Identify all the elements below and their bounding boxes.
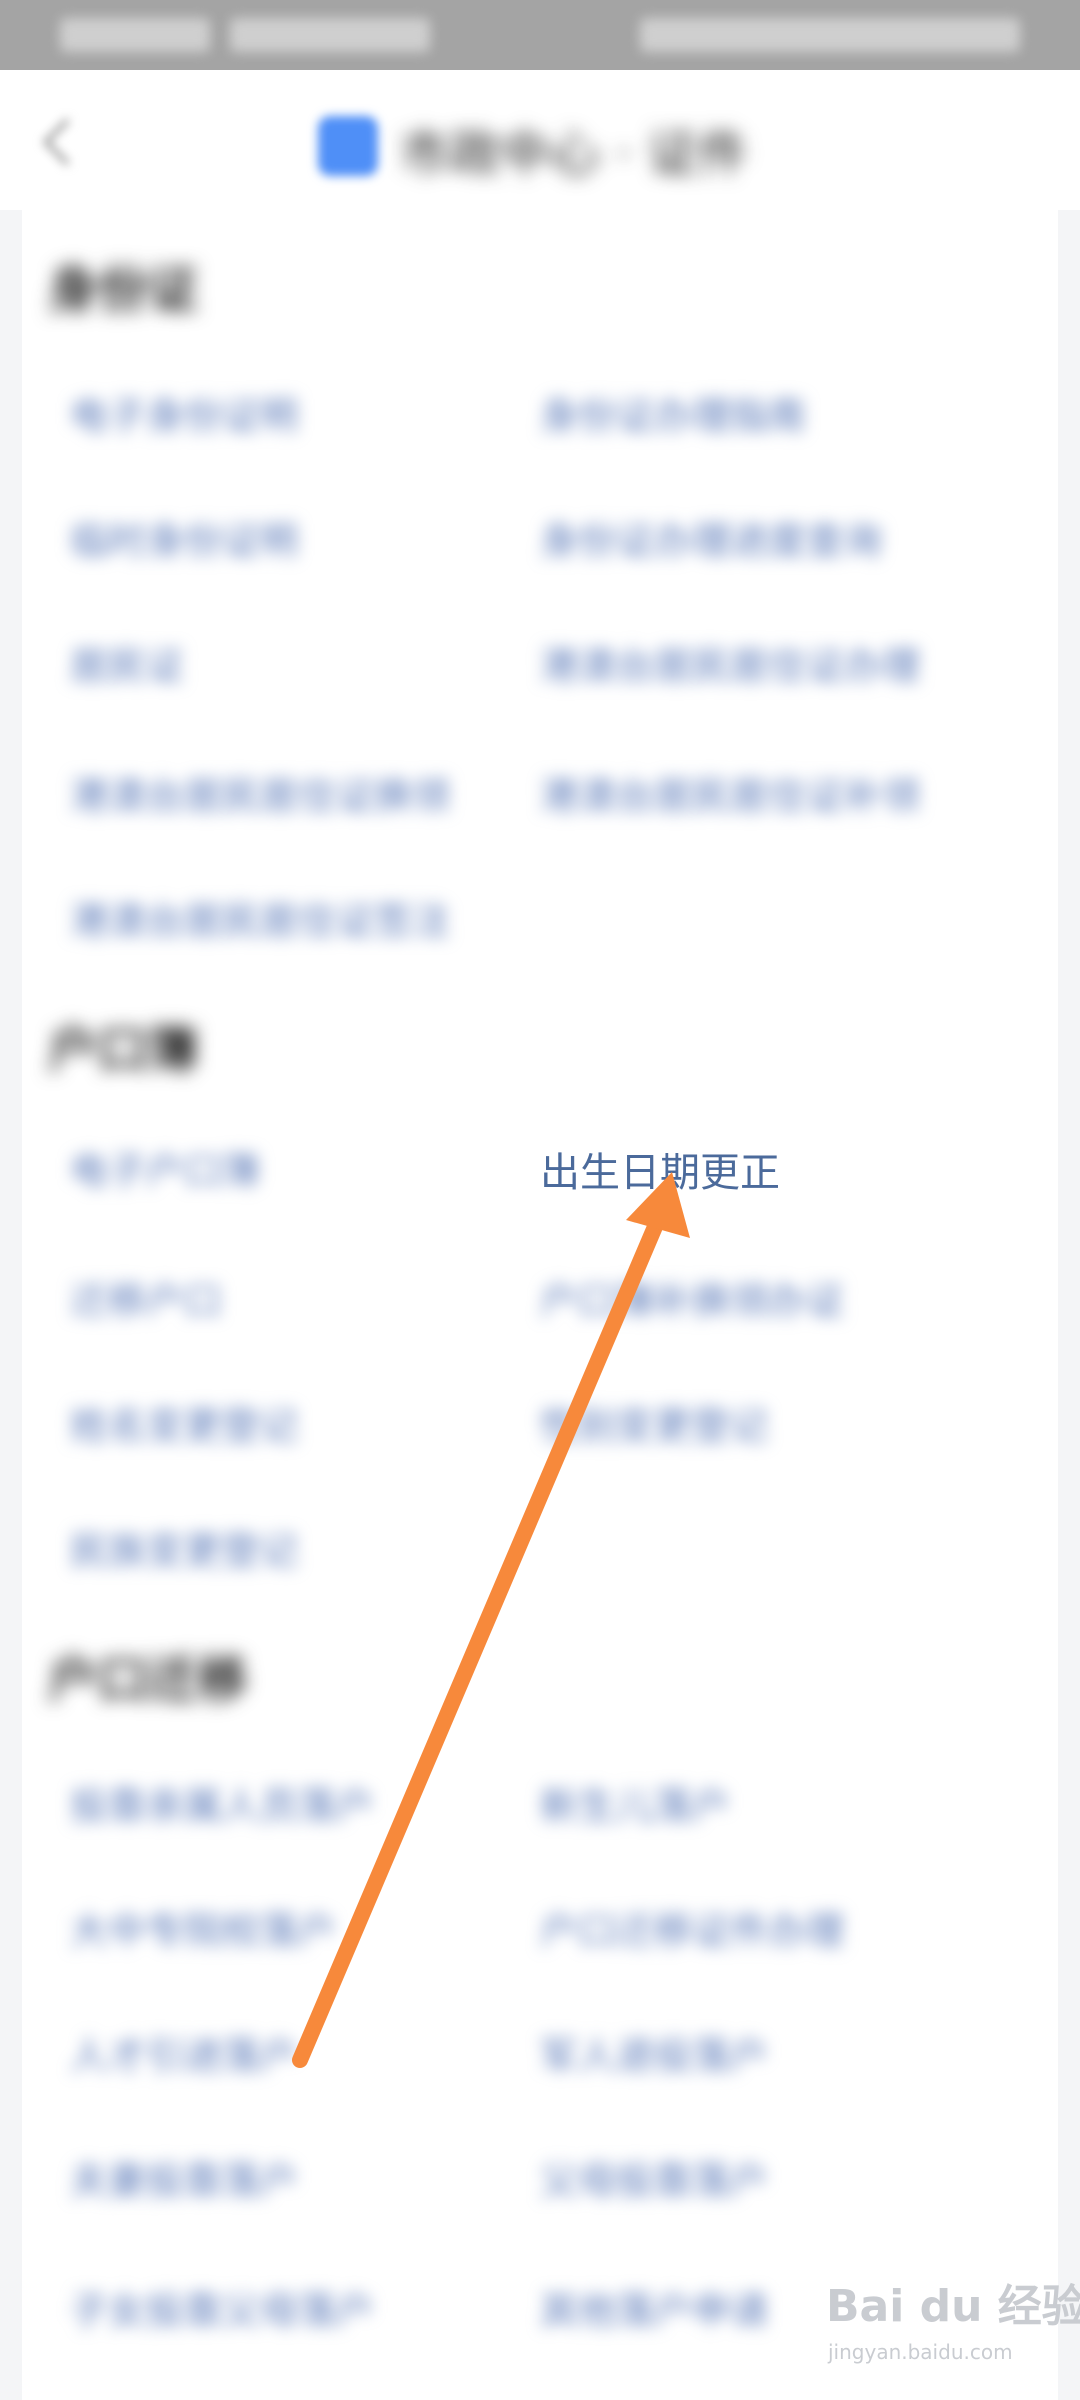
status-info-blob bbox=[230, 18, 430, 52]
service-item[interactable]: 居民证 bbox=[70, 635, 184, 690]
status-bar bbox=[0, 0, 1080, 70]
watermark-url: jingyan.baidu.com bbox=[828, 2340, 1013, 2364]
service-item[interactable]: 迁移户口 bbox=[70, 1270, 222, 1325]
service-item[interactable]: 临时身份证明 bbox=[70, 510, 298, 565]
service-item[interactable]: 港澳台居民居住证签注 bbox=[70, 890, 450, 945]
service-item[interactable]: 身份证办理指南 bbox=[540, 385, 806, 440]
service-item[interactable]: 身份证办理进度查询 bbox=[540, 510, 882, 565]
app-logo-icon bbox=[318, 116, 378, 176]
service-item[interactable]: 夫妻投靠落户 bbox=[70, 2150, 298, 2205]
service-item[interactable]: 户口簿补换领办证 bbox=[540, 1270, 844, 1325]
service-item[interactable]: 大中专院校落户 bbox=[70, 1900, 336, 1955]
service-item[interactable]: 投靠亲属人员落户 bbox=[70, 1775, 374, 1830]
service-item[interactable]: 电子身份证明 bbox=[70, 385, 298, 440]
service-item[interactable]: 其他落户申请 bbox=[540, 2280, 768, 2335]
section-title-migration: 户口迁移 bbox=[48, 1651, 248, 1709]
service-item[interactable]: 户口迁移证件办理 bbox=[540, 1900, 844, 1955]
service-item[interactable]: 民族变更登记 bbox=[70, 1520, 298, 1575]
service-item[interactable]: 人才引进落户 bbox=[70, 2025, 298, 2080]
page-title: 市政中心 · 证件 bbox=[400, 125, 748, 183]
service-item[interactable]: 姓名变更登记 bbox=[70, 1395, 298, 1450]
service-item[interactable]: 电子户口簿 bbox=[70, 1140, 260, 1195]
service-item[interactable]: 军人退役落户 bbox=[540, 2025, 768, 2080]
service-item[interactable]: 性别变更登记 bbox=[540, 1395, 768, 1450]
birth-date-correction-item[interactable]: 出生日期更正 bbox=[540, 1140, 780, 1198]
service-item[interactable]: 新生儿落户 bbox=[540, 1775, 730, 1830]
section-title-household: 户口簿 bbox=[48, 1021, 198, 1079]
baidu-watermark: Bai du 经验 jingyan.baidu.com bbox=[826, 2270, 1080, 2380]
status-icons-blob bbox=[640, 18, 1020, 52]
service-item[interactable]: 港澳台居民居住证换领 bbox=[70, 765, 450, 820]
service-item[interactable]: 港澳台居民居住证办理 bbox=[540, 635, 920, 690]
back-arrow-icon[interactable] bbox=[30, 112, 90, 172]
service-item[interactable]: 港澳台居民居住证补领 bbox=[540, 765, 920, 820]
nav-bar: 市政中心 · 证件 bbox=[0, 70, 1080, 210]
status-time-blob bbox=[60, 18, 210, 52]
service-item[interactable]: 子女投靠父母落户 bbox=[70, 2280, 374, 2335]
service-item[interactable]: 父母投靠落户 bbox=[540, 2150, 768, 2205]
baidu-jingyan-logo: Bai du 经验 bbox=[826, 2281, 1080, 2332]
section-title-id-card: 身份证 bbox=[48, 261, 198, 319]
